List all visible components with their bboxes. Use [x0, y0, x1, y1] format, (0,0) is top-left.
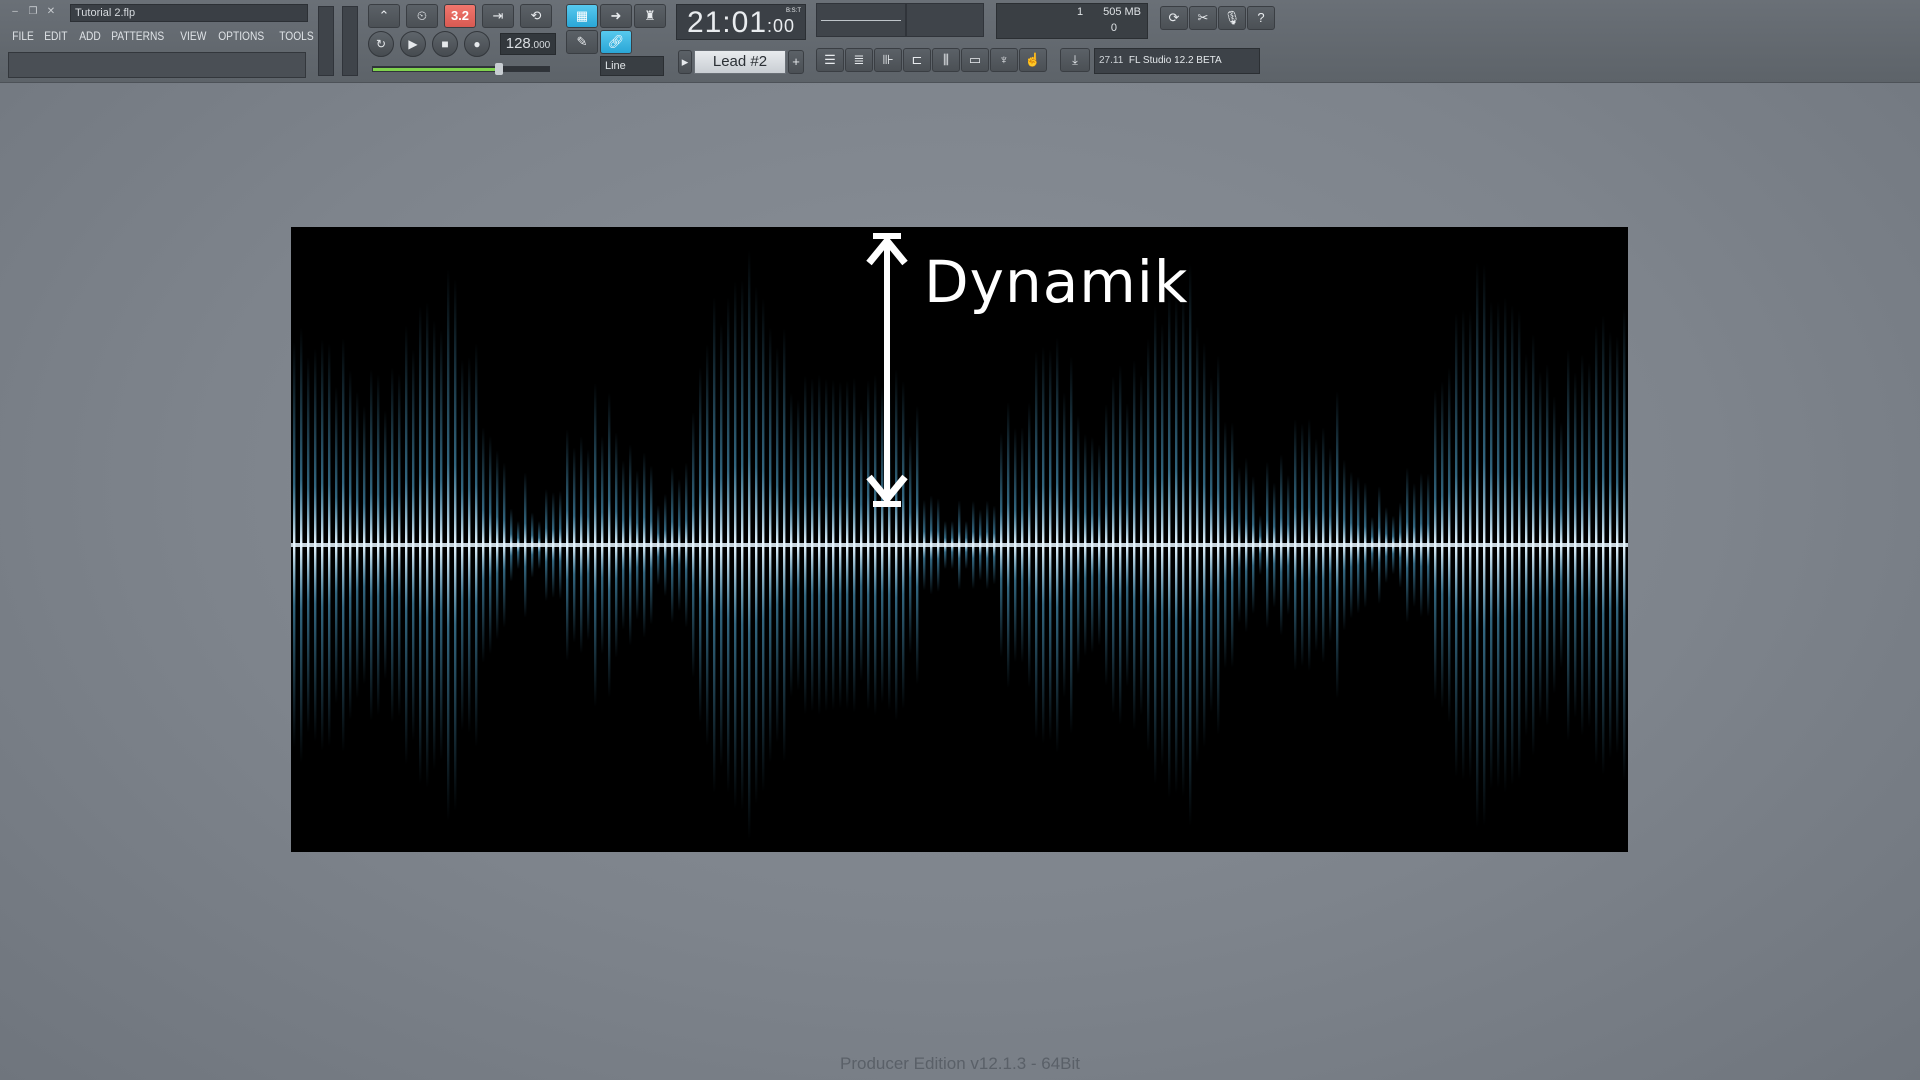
hint-bar — [8, 52, 306, 78]
cut-icon[interactable]: ✂ — [1189, 6, 1217, 30]
master-pitch-slider[interactable] — [342, 6, 358, 76]
snap-selector[interactable]: Line — [600, 56, 664, 76]
loop-mode-icon[interactable]: ↻ — [368, 31, 394, 57]
playlist-icon[interactable]: ☰ — [816, 48, 844, 72]
microphone-icon[interactable]: 🎙︎ — [1218, 6, 1246, 30]
cpu-memory-panel: 1 505 MB 0 — [996, 3, 1148, 39]
song-position-clock[interactable]: 21:01:00 B:S:T — [676, 4, 806, 40]
master-level-fill — [373, 68, 498, 71]
link-icon[interactable]: 🔗︎ — [600, 30, 632, 54]
wait-input-icon[interactable]: ⏲ — [406, 4, 438, 28]
menu-edit[interactable]: EDIT — [40, 27, 72, 45]
plugin-picker-icon[interactable]: ♆ — [990, 48, 1018, 72]
touch-controller-icon[interactable]: ☝ — [1019, 48, 1047, 72]
close-icon[interactable]: ✕ — [44, 5, 58, 19]
clock-main: 21:01 — [686, 6, 768, 39]
peak-monitor-panel — [906, 3, 984, 37]
project-title: Tutorial 2.flp — [70, 4, 308, 22]
stop-icon[interactable]: ■ — [432, 31, 458, 57]
play-icon[interactable]: ▶ — [400, 31, 426, 57]
channel-rack-icon[interactable]: ≣ — [845, 48, 873, 72]
pattern-prev-icon[interactable]: ▸ — [678, 50, 692, 74]
tempo-decimal: .000 — [530, 40, 551, 51]
tempo-value: 128 — [505, 35, 531, 52]
news-text: FL Studio 12.2 BETA — [1128, 55, 1222, 66]
edition-footer: Producer Edition v12.1.3 - 64Bit — [839, 1054, 1081, 1073]
loop-record-icon[interactable]: ⟲ — [520, 4, 552, 28]
record-icon[interactable]: ● — [464, 31, 490, 57]
song-mode-icon[interactable]: ▦ — [566, 4, 598, 28]
memory-value: 505 MB — [1103, 6, 1141, 18]
pencil-icon[interactable]: ✎ — [566, 30, 598, 54]
master-level-slider[interactable] — [372, 63, 550, 75]
clock-sub: :00 — [767, 16, 796, 36]
project-notes-icon[interactable]: ▭ — [961, 48, 989, 72]
browser-icon[interactable]: ⊏ — [903, 48, 931, 72]
typing-keyboard-icon[interactable]: ♜ — [634, 4, 666, 28]
mixer-icon[interactable]: ⫼ — [932, 48, 960, 72]
waveform-graphic — [291, 233, 1628, 840]
countdown-button[interactable]: 3.2 — [444, 4, 476, 28]
piano-roll-icon[interactable]: ⊪ — [874, 48, 902, 72]
main-toolbar: – ❐ ✕ Tutorial 2.flp FILE EDIT ADD PATTE… — [0, 0, 1920, 83]
menu-patterns[interactable]: PATTERNS — [107, 27, 168, 45]
menu-options[interactable]: OPTIONS — [214, 27, 268, 45]
minimize-icon[interactable]: – — [8, 5, 22, 19]
clock-tag: B:S:T — [785, 8, 801, 14]
reset-icon[interactable]: ⟳ — [1160, 6, 1188, 30]
dynamics-label: Dynamik — [924, 248, 1189, 316]
news-panel[interactable]: 27.11 FL Studio 12.2 BETA — [1094, 48, 1260, 74]
step-edit-icon[interactable]: ➜ — [600, 4, 632, 28]
master-volume-slider[interactable] — [318, 6, 334, 76]
main-menu: FILE EDIT ADD PATTERNS VIEW OPTIONS TOOL… — [8, 27, 336, 45]
polyphony-value: 0 — [1110, 22, 1117, 34]
oscilloscope-line — [821, 20, 901, 21]
master-level-handle[interactable] — [495, 63, 503, 75]
restore-icon[interactable]: ❐ — [26, 5, 40, 19]
oscilloscope-panel — [816, 3, 906, 37]
waveform-center-line — [291, 543, 1628, 547]
window-controls: – ❐ ✕ — [8, 5, 58, 19]
cpu-value: 1 — [1077, 6, 1084, 18]
pattern-add-icon[interactable]: + — [788, 50, 804, 74]
menu-tools[interactable]: TOOLS — [275, 27, 318, 45]
waveform-image — [291, 227, 1628, 852]
pattern-selector[interactable]: Lead #2 — [694, 50, 786, 74]
help-icon[interactable]: ? — [1247, 6, 1275, 30]
download-icon[interactable]: ⤓ — [1060, 48, 1090, 72]
blend-notes-icon[interactable]: ⇥ — [482, 4, 514, 28]
menu-file[interactable]: FILE — [8, 27, 38, 45]
tempo-display[interactable]: 128.000 — [500, 33, 556, 55]
menu-add[interactable]: ADD — [75, 27, 105, 45]
metronome-icon[interactable]: ⌃ — [368, 4, 400, 28]
news-version: 27.11 — [1099, 55, 1124, 66]
menu-view[interactable]: VIEW — [176, 27, 211, 45]
